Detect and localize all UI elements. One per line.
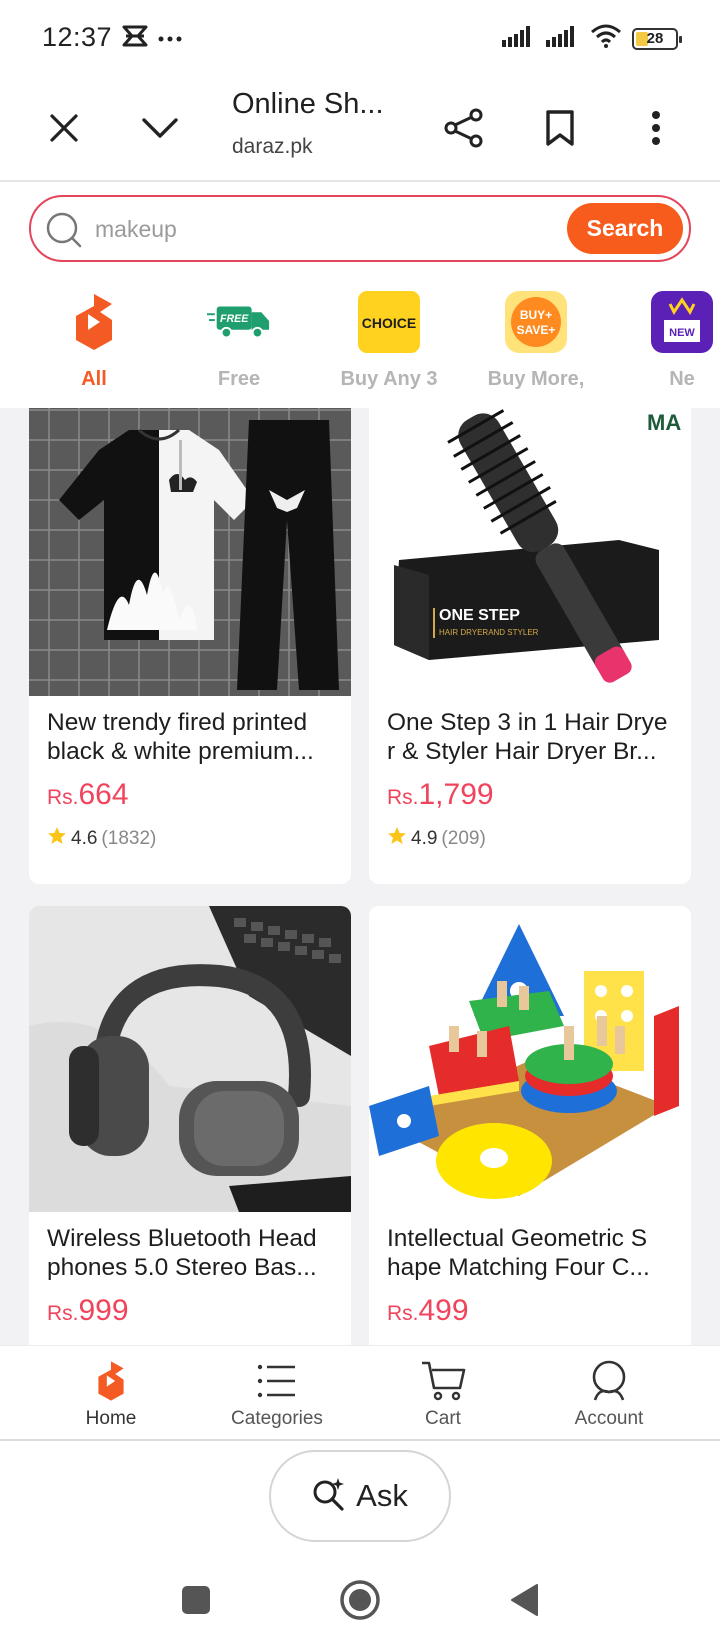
search-input[interactable] xyxy=(95,209,475,249)
product-feed[interactable]: New trendy fired printed black & white p… xyxy=(0,408,720,1345)
status-bar: 12:37 28 xyxy=(0,0,720,78)
svg-text:FREE: FREE xyxy=(220,313,249,325)
chip-buy-more[interactable]: BUY+ SAVE+ Buy More, xyxy=(466,288,606,398)
star-icon xyxy=(387,826,407,852)
hair-dryer-brush-image: MA ONE STEP HAIR DRYERAND STYLER xyxy=(369,408,691,696)
ask-button[interactable]: Ask xyxy=(269,1450,451,1542)
chip-free[interactable]: FREE Free xyxy=(169,288,309,398)
list-icon xyxy=(252,1358,302,1404)
product-title[interactable]: Wireless Bluetooth Head phones 5.0 Stere… xyxy=(29,1212,351,1282)
product-price: Rs.1,799 xyxy=(387,778,494,811)
home-logo-icon xyxy=(86,1358,136,1404)
nav-home[interactable]: Home xyxy=(41,1358,181,1438)
product-card[interactable]: Wireless Bluetooth Head phones 5.0 Stere… xyxy=(29,906,351,1345)
svg-text:CHOICE: CHOICE xyxy=(362,315,416,331)
free-delivery-truck-icon: FREE xyxy=(207,290,271,354)
product-card[interactable]: Intellectual Geometric S hape Matching F… xyxy=(369,906,691,1345)
chip-all[interactable]: All xyxy=(24,288,164,398)
product-rating: 4.9 (209) xyxy=(369,816,691,856)
recent-apps-icon[interactable] xyxy=(168,1572,224,1628)
star-icon xyxy=(47,826,67,852)
home-button-icon[interactable] xyxy=(332,1572,388,1628)
chip-new[interactable]: NEW Ne xyxy=(612,288,720,398)
product-title[interactable]: Intellectual Geometric S hape Matching F… xyxy=(369,1212,691,1282)
nav-categories[interactable]: Categories xyxy=(207,1358,347,1438)
page-title[interactable]: Online Sh... xyxy=(232,88,384,121)
ask-area: Ask xyxy=(0,1443,720,1560)
search-bar[interactable]: Search xyxy=(29,195,691,262)
signal-icon xyxy=(502,25,536,52)
account-icon xyxy=(584,1358,634,1404)
bookmark-icon[interactable] xyxy=(534,102,586,154)
back-icon[interactable] xyxy=(496,1572,552,1628)
svg-text:ONE STEP: ONE STEP xyxy=(439,607,520,624)
chip-buy-any-3[interactable]: CHOICE Buy Any 3 xyxy=(319,288,459,398)
mirror-icon xyxy=(122,24,148,53)
share-icon[interactable] xyxy=(438,102,490,154)
product-title[interactable]: One Step 3 in 1 Hair Drye r & Styler Hai… xyxy=(369,696,691,766)
system-navigation-bar xyxy=(0,1560,720,1640)
svg-text:BUY+: BUY+ xyxy=(520,308,552,322)
browser-toolbar: Online Sh... daraz.pk xyxy=(0,78,720,182)
app-bottom-nav: Home Categories Cart Account xyxy=(0,1345,720,1441)
status-time: 12:37 xyxy=(42,22,113,52)
svg-text:MA: MA xyxy=(647,410,681,435)
page-url[interactable]: daraz.pk xyxy=(232,135,313,159)
more-vertical-icon[interactable] xyxy=(630,102,682,154)
svg-text:SAVE+: SAVE+ xyxy=(517,323,556,337)
product-title[interactable]: New trendy fired printed black & white p… xyxy=(29,696,351,766)
search-icon xyxy=(45,211,83,254)
geometric-toy-image xyxy=(369,906,691,1212)
category-chips: All FREE Free CHOICE Buy Any 3 BUY+ SAVE+… xyxy=(0,280,720,408)
nav-account[interactable]: Account xyxy=(539,1358,679,1438)
product-card[interactable]: MA ONE STEP HAIR DRYERAND STYLER One Ste… xyxy=(369,408,691,884)
new-arrivals-icon: NEW xyxy=(650,290,714,354)
choice-badge-icon: CHOICE xyxy=(357,290,421,354)
product-card[interactable]: New trendy fired printed black & white p… xyxy=(29,408,351,884)
ai-search-sparkle-icon xyxy=(312,1477,346,1516)
close-icon[interactable] xyxy=(38,102,90,154)
svg-text:HAIR DRYERAND STYLER: HAIR DRYERAND STYLER xyxy=(439,628,539,637)
nav-cart[interactable]: Cart xyxy=(373,1358,513,1438)
svg-text:NEW: NEW xyxy=(669,327,695,339)
buy-more-save-more-icon: BUY+ SAVE+ xyxy=(504,290,568,354)
cart-icon xyxy=(418,1358,468,1404)
product-rating: 4.6 (1832) xyxy=(29,816,351,856)
chevron-down-icon[interactable] xyxy=(134,102,186,154)
search-button[interactable]: Search xyxy=(567,203,683,254)
product-price: Rs.999 xyxy=(47,1294,129,1327)
daraz-logo-icon xyxy=(62,290,126,354)
more-dots-icon xyxy=(158,30,182,48)
signal-icon xyxy=(546,25,580,52)
product-price: Rs.499 xyxy=(387,1294,469,1327)
battery-icon: 28 xyxy=(632,27,682,50)
tshirt-trouser-set-image xyxy=(29,408,351,696)
product-price: Rs.664 xyxy=(47,778,129,811)
headphones-image xyxy=(29,906,351,1212)
wifi-icon xyxy=(590,24,622,53)
